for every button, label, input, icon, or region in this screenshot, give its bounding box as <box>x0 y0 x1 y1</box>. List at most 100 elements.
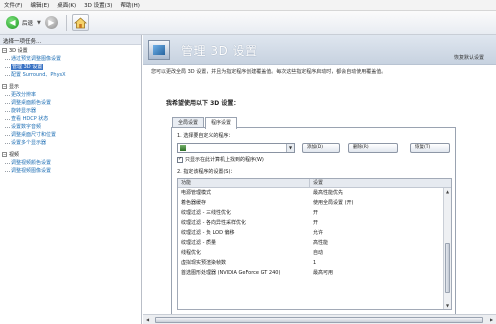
add-program-button[interactable]: 添加(D) <box>302 142 340 153</box>
sidebar-item-surround-physx[interactable]: 配置 Surround、PhysX <box>0 71 141 79</box>
back-button[interactable]: ◀ 后退 ▼ ▶ <box>3 14 61 32</box>
feature-cell: 纹理过滤 - 三线性优化 <box>181 210 231 216</box>
chevron-down-icon[interactable]: ▼ <box>286 143 294 152</box>
home-button[interactable] <box>71 14 89 31</box>
feature-cell: 着色器缓存 <box>181 200 207 206</box>
collapse-icon[interactable]: − <box>2 48 7 53</box>
sidebar-item-desktop-color[interactable]: 调整桌面颜色设置 <box>0 99 141 107</box>
sidebar-item-label: 调整视频颜色设置 <box>11 160 52 166</box>
sidebar-item-label: 通过预览调整图像设置 <box>11 56 62 62</box>
table-row[interactable]: 首选图形处理器 (NVIDIA GeForce GT 240) 最高可用 <box>178 268 451 278</box>
sidebar-item-hdcp[interactable]: 查看 HDCP 状态 <box>0 115 141 123</box>
sidebar-item-label: 管理 3D 设置 <box>11 64 44 70</box>
sidebar-item-label: 配置 Surround、PhysX <box>11 72 66 78</box>
nvidia-control-panel-window: 文件(F) 编辑(E) 桌面(K) 3D 设置(3) 帮助(H) ◀ 后退 ▼ … <box>0 0 496 324</box>
sidebar-item-video-color[interactable]: 调整视频颜色设置 <box>0 159 141 167</box>
horizontal-scroll-thumb[interactable] <box>155 317 483 323</box>
sidebar-item-manage-3d[interactable]: 管理 3D 设置 <box>0 63 141 71</box>
section-label: 我希望使用以下 3D 设置： <box>166 100 240 107</box>
program-settings-panel: 1. 选择要自定义的程序： ▼ 添加(D) 删除(R) 恢复(T) 只显示在此计… <box>171 127 456 315</box>
tree-category-display[interactable]: − 显示 <box>0 83 141 91</box>
remove-program-button[interactable]: 删除(R) <box>348 142 398 153</box>
feature-cell: 线程优化 <box>181 250 202 256</box>
setting-cell[interactable]: 最高可用 <box>310 268 451 278</box>
program-settings-table: 功能 设置 电源管理模式 最高性能优先 着色器缓存 使用全局设置 (开) 纹理过滤 … <box>177 178 452 310</box>
setting-cell[interactable]: 自动 <box>310 248 451 258</box>
horizontal-scrollbar[interactable]: ◀ ▶ <box>143 314 496 324</box>
category-label: 显示 <box>9 84 20 90</box>
setting-cell[interactable]: 1 <box>310 258 451 268</box>
table-row[interactable]: 纹理过滤 - 质量 高性能 <box>178 238 451 248</box>
sidebar-item-label: 旋转显示器 <box>11 108 37 114</box>
scroll-left-icon[interactable]: ◀ <box>143 315 152 324</box>
category-label: 视频 <box>9 152 20 158</box>
setting-cell[interactable]: 允许 <box>310 228 451 238</box>
tab-program-settings[interactable]: 程序设置 <box>205 117 238 129</box>
back-arrow-icon: ◀ <box>6 16 19 29</box>
sidebar-item-rotate-display[interactable]: 旋转显示器 <box>0 107 141 115</box>
step1-label: 1. 选择要自定义的程序： <box>177 133 234 139</box>
toolbar-divider <box>65 14 67 31</box>
table-row[interactable]: 线程优化 自动 <box>178 248 451 258</box>
setting-cell[interactable]: 开 <box>310 208 451 218</box>
checkbox-label: 只显示在此计算机上找到的程序(W) <box>185 157 264 163</box>
table-row[interactable]: 电源管理模式 最高性能优先 <box>178 188 451 198</box>
column-feature[interactable]: 功能 <box>178 179 310 187</box>
page-title: 管理 3D 设置 <box>181 44 258 58</box>
forward-button[interactable]: ▶ <box>44 16 58 29</box>
sidebar-item-resolution[interactable]: 更改分辨率 <box>0 91 141 99</box>
restore-program-button[interactable]: 恢复(T) <box>410 142 450 153</box>
menu-help[interactable]: 帮助(H) <box>120 1 139 9</box>
page-description: 您可以更改全局 3D 设置，并且为指定程序创建覆盖值。每次这些指定程序启动时，都… <box>151 69 387 75</box>
menu-desktop[interactable]: 桌面(K) <box>57 1 76 9</box>
show-found-programs-checkbox[interactable] <box>177 156 183 163</box>
show-found-programs-row[interactable]: 只显示在此计算机上找到的程序(W) <box>177 156 264 163</box>
main-content: 管理 3D 设置 恢复默认设置 您可以更改全局 3D 设置，并且为指定程序创建覆… <box>143 35 496 324</box>
tree-category-3d-settings[interactable]: −3D 设置 <box>0 47 141 55</box>
collapse-icon[interactable]: − <box>2 84 7 89</box>
sidebar-item-video-image[interactable]: 调整视频图像设置 <box>0 167 141 175</box>
sidebar-item-label: 调整视频图像设置 <box>11 168 52 174</box>
sidebar-item-desktop-size[interactable]: 调整桌面尺寸和位置 <box>0 131 141 139</box>
program-select[interactable]: ▼ <box>177 142 295 153</box>
table-row[interactable]: 纹理过滤 - 各向异性采样优化 开 <box>178 218 451 228</box>
menu-file[interactable]: 文件(F) <box>4 1 22 9</box>
sidebar-item-label: 查看 HDCP 状态 <box>11 116 49 122</box>
feature-cell: 纹理过滤 - 负 LOD 偏移 <box>181 230 235 236</box>
collapse-icon[interactable]: − <box>2 152 7 157</box>
tree-category-video[interactable]: − 视频 <box>0 151 141 159</box>
menu-bar: 文件(F) 编辑(E) 桌面(K) 3D 设置(3) 帮助(H) <box>0 0 496 11</box>
scroll-thumb[interactable] <box>445 243 450 293</box>
chevron-down-icon[interactable]: ▼ <box>37 20 41 26</box>
setting-cell[interactable]: 最高性能优先 <box>310 188 451 198</box>
restore-defaults-link[interactable]: 恢复默认设置 <box>454 54 484 61</box>
home-icon <box>73 16 87 28</box>
feature-cell: 虚拟现实预渲染帧数 <box>181 260 227 266</box>
table-scrollbar[interactable]: ▲ ▼ <box>443 188 451 309</box>
menu-3d-settings[interactable]: 3D 设置(3) <box>84 1 112 9</box>
table-row[interactable]: 纹理过滤 - 三线性优化 开 <box>178 208 451 218</box>
setting-cell[interactable]: 使用全局设置 (开) <box>310 198 451 208</box>
program-icon <box>180 144 186 151</box>
sidebar-item-preview-image[interactable]: 通过预览调整图像设置 <box>0 55 141 63</box>
sidebar-item-label: 调整桌面颜色设置 <box>11 100 52 106</box>
scroll-right-icon[interactable]: ▶ <box>487 315 496 324</box>
table-row[interactable]: 着色器缓存 使用全局设置 (开) <box>178 198 451 208</box>
setting-cell[interactable]: 开 <box>310 218 451 228</box>
sidebar-item-label: 更改分辨率 <box>11 92 37 98</box>
task-sidebar: 选择一项任务... −3D 设置 通过预览调整图像设置 管理 3D 设置 配置 … <box>0 35 142 324</box>
setting-cell[interactable]: 高性能 <box>310 238 451 248</box>
sidebar-item-digital-audio[interactable]: 设置数字音频 <box>0 123 141 131</box>
back-label: 后退 <box>22 20 34 27</box>
table-row[interactable]: 虚拟现实预渲染帧数 1 <box>178 258 451 268</box>
sidebar-item-multiple-displays[interactable]: 设置多个显示器 <box>0 139 141 147</box>
scroll-up-icon[interactable]: ▲ <box>444 188 451 195</box>
sidebar-title: 选择一项任务... <box>0 35 141 45</box>
table-row[interactable]: 纹理过滤 - 负 LOD 偏移 允许 <box>178 228 451 238</box>
feature-cell: 纹理过滤 - 各向异性采样优化 <box>181 220 246 226</box>
task-tree: −3D 设置 通过预览调整图像设置 管理 3D 设置 配置 Surround、P… <box>0 45 141 175</box>
menu-edit[interactable]: 编辑(E) <box>30 1 49 9</box>
scroll-down-icon[interactable]: ▼ <box>444 302 451 309</box>
3d-settings-icon <box>148 40 170 60</box>
column-setting[interactable]: 设置 <box>310 179 451 187</box>
